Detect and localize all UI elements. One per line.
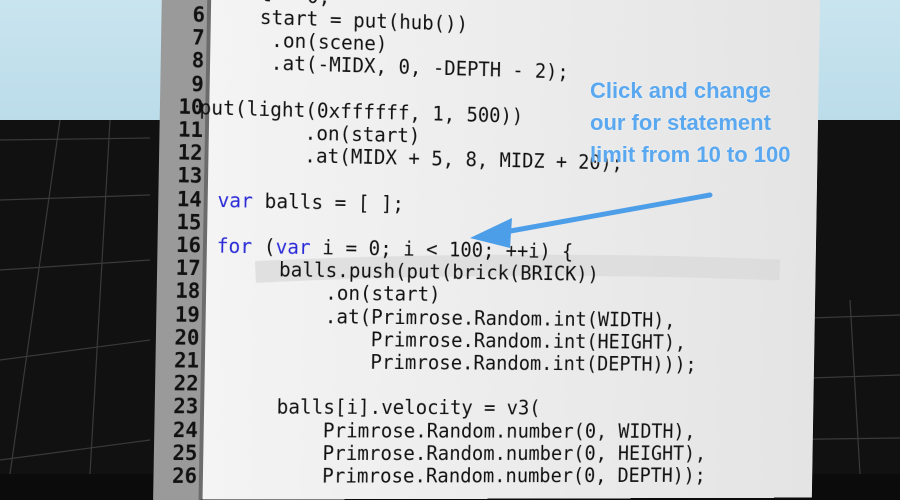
line-number: 11 (177, 117, 204, 143)
line-number: 24 (172, 417, 199, 442)
line-number: 18 (175, 279, 201, 304)
callout-line-2: our for statement (590, 110, 771, 135)
callout-line-3: limit from 10 to 100 (590, 142, 791, 167)
code-line[interactable]: Primrose.Random.number(0, WIDTH), (253, 418, 696, 442)
line-number: 26 (171, 463, 198, 488)
line-number: 19 (174, 302, 201, 327)
line-number: 25 (172, 440, 198, 465)
line-number: 10 (178, 94, 204, 120)
line-number: 9 (191, 71, 204, 96)
line-number: 16 (175, 233, 202, 258)
line-number: 13 (177, 163, 203, 189)
line-number: 6 (192, 2, 206, 27)
line-number: 7 (191, 25, 205, 50)
code-line[interactable]: .on(start) (255, 280, 441, 306)
instruction-callout: Click and change our for statement limit… (590, 75, 850, 171)
code-line[interactable]: Primrose.Random.number(0, HEIGHT), (252, 441, 706, 465)
code-line[interactable]: Primrose.Random.number(0, DEPTH)); (252, 464, 706, 488)
callout-line-1: Click and change (590, 78, 771, 103)
code-line[interactable]: var balls = [ ]; (217, 188, 404, 215)
line-number: 8 (191, 48, 205, 73)
code-line[interactable]: Primrose.Random.int(DEPTH))); (254, 349, 697, 376)
line-number: 22 (173, 371, 199, 396)
code-line[interactable]: balls[i].velocity = v3( (253, 395, 540, 419)
keyword-token: var (275, 234, 311, 259)
line-number: 14 (176, 186, 203, 212)
line-number: 21 (173, 348, 200, 373)
line-number: 12 (177, 140, 203, 166)
line-number: 20 (174, 325, 200, 350)
line-number: 17 (175, 256, 201, 281)
keyword-token: for (216, 233, 253, 259)
keyword-token: var (217, 187, 254, 213)
line-number-gutter: 6 7 8 9 10 11 12 13 14 15 16 17 18 19 20 21 22 23 24 25 26 (158, 2, 206, 488)
line-number: 23 (173, 394, 199, 419)
line-number: 15 (176, 209, 202, 235)
